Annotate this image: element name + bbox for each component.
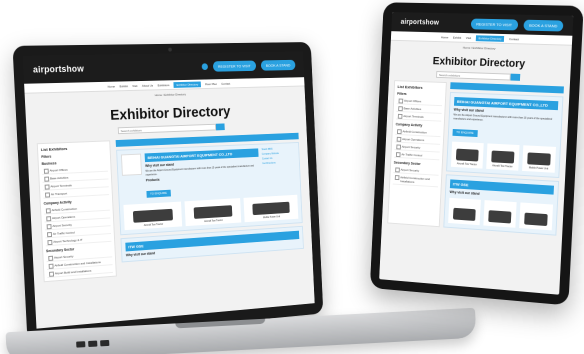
nav-about[interactable]: About Us — [142, 83, 153, 87]
filter-checkbox[interactable]: Airfield Construction and Installations — [392, 173, 439, 188]
product-item[interactable]: Aircraft Tow Tractor — [450, 141, 484, 169]
nav-contact[interactable]: Contact — [221, 81, 230, 85]
filter-sidebar: List Exhibitors Filters Airport Offices … — [387, 80, 447, 228]
stand-link[interactable]: Stand #B65 — [262, 147, 296, 151]
sidebar-title: List Exhibitors — [397, 84, 423, 90]
nav-exhibit[interactable]: Exhibit — [119, 84, 127, 88]
product-label: Mobile Power Unit — [528, 166, 549, 171]
nav-directory[interactable]: Exhibitor Directory — [173, 81, 201, 88]
product-image — [453, 207, 476, 221]
product-image — [488, 210, 512, 224]
site-logo[interactable]: airportshow — [33, 64, 84, 75]
filter-checkbox[interactable]: Airport Terminals — [395, 111, 442, 122]
search-icon[interactable] — [215, 123, 225, 131]
product-item[interactable] — [448, 197, 481, 226]
company-logo — [120, 153, 143, 176]
port-icon — [100, 339, 110, 347]
product-gallery — [448, 197, 554, 231]
nav-visit[interactable]: Visit — [132, 84, 137, 88]
tablet-screen: airportshow REGISTER TO VISIT BOOK A STA… — [379, 12, 574, 295]
laptop-screen: airportshow REGISTER TO VISIT BOOK A STA… — [22, 51, 315, 329]
product-image — [132, 208, 174, 223]
product-label: Aircraft Tow Tractor — [143, 222, 164, 227]
nav-exhibitors[interactable]: Exhibitors — [157, 83, 169, 87]
exhibitor-card: BEIHAI GUANGTAI AIRPORT EQUIPMENT CO.,LT… — [446, 91, 564, 179]
filter-checkbox[interactable]: Air Traffic Control — [394, 150, 440, 161]
exhibitor-card: ITW GSE Why visit our stand — [443, 174, 560, 236]
product-label: Aircraft Tow Tractor — [456, 162, 477, 167]
site-logo[interactable]: airportshow — [401, 18, 440, 26]
enquire-button[interactable]: TO ENQUIRE — [452, 128, 478, 137]
filters-label: Filters — [41, 154, 52, 159]
book-stand-button[interactable]: BOOK A STAND — [523, 19, 564, 32]
camera-icon — [168, 47, 172, 52]
laptop-device: airportshow REGISTER TO VISIT BOOK A STA… — [12, 42, 324, 342]
content-area: List Exhibitors Filters Airport Offices … — [382, 76, 570, 240]
product-item[interactable]: Aircraft Tow Tractor — [123, 201, 183, 231]
nav-home[interactable]: Home — [441, 35, 449, 39]
page-title: Exhibitor Directory — [432, 55, 526, 71]
nav-directory[interactable]: Exhibitor Directory — [475, 34, 505, 42]
nav-floorplan[interactable]: Floor Plan — [205, 82, 217, 86]
port-icon — [76, 341, 86, 348]
product-image — [527, 152, 551, 166]
nav-contact[interactable]: Contact — [509, 37, 519, 41]
product-mockup: airportshow REGISTER TO VISIT BOOK A STA… — [0, 0, 584, 354]
product-gallery: Aircraft Tow Tractor Aircraft Tow Tracto… — [123, 194, 299, 231]
product-item[interactable] — [483, 200, 517, 228]
product-image — [524, 212, 548, 227]
product-item[interactable]: Aircraft Tow Tractor — [486, 143, 520, 171]
website-link[interactable]: Company Website — [262, 151, 296, 156]
product-image — [455, 148, 479, 162]
product-item[interactable]: Mobile Power Unit — [522, 145, 556, 173]
contact-link[interactable]: Contact Us — [262, 156, 296, 160]
tablet-device: airportshow REGISTER TO VISIT BOOK A STA… — [369, 2, 584, 306]
exhibitor-card: BEIHAI GUANGTAI AIRPORT EQUIPMENT CO.,LT… — [116, 141, 303, 236]
register-button[interactable]: REGISTER TO VISIT — [212, 60, 256, 72]
nav-home[interactable]: Home — [107, 84, 115, 88]
product-label: Mobile Power Unit — [262, 215, 281, 220]
product-image — [193, 205, 233, 219]
book-stand-button[interactable]: BOOK A STAND — [260, 59, 296, 71]
enquire-button[interactable]: TO ENQUIRE — [146, 189, 171, 198]
product-item[interactable] — [519, 202, 554, 231]
social-icon[interactable] — [201, 62, 208, 70]
sidebar-title: List Exhibitors — [40, 145, 68, 153]
results-list: BEIHAI GUANGTAI AIRPORT EQUIPMENT CO.,LT… — [443, 82, 564, 236]
product-label: Aircraft Tow Tractor — [492, 164, 513, 169]
filter-sidebar: List Exhibitors Filters Business Airport… — [36, 140, 117, 283]
results-list: BEIHAI GUANGTAI AIRPORT EQUIPMENT CO.,LT… — [115, 132, 305, 276]
content-area: List Exhibitors Filters Business Airport… — [27, 127, 313, 289]
nav-exhibit[interactable]: Exhibit — [453, 35, 462, 39]
product-item[interactable]: Mobile Power Unit — [243, 194, 299, 223]
product-image — [251, 201, 291, 216]
product-gallery: Aircraft Tow Tractor Aircraft Tow Tracto… — [450, 141, 556, 173]
port-icon — [88, 340, 98, 348]
register-button[interactable]: REGISTER TO VISIT — [470, 18, 519, 30]
nav-visit[interactable]: Visit — [466, 36, 471, 40]
product-item[interactable]: Aircraft Tow Tractor — [184, 198, 242, 227]
search-icon[interactable] — [510, 73, 521, 81]
directions-link[interactable]: Get Directions — [262, 161, 296, 165]
product-label: Aircraft Tow Tractor — [204, 218, 223, 224]
product-image — [491, 150, 515, 164]
